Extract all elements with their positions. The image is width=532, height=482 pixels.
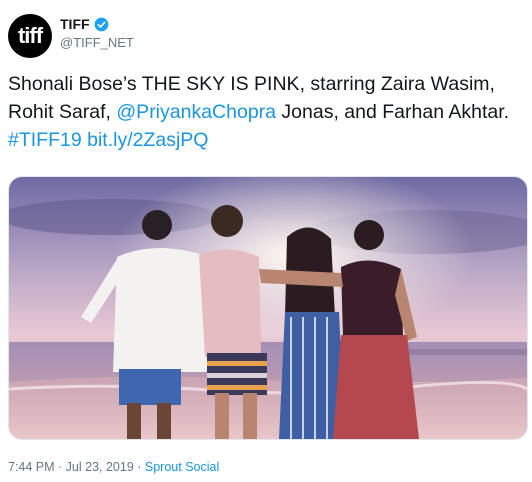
tweet-time[interactable]: 7:44 PM — [8, 460, 55, 474]
url-link[interactable]: bit.ly/2ZasjPQ — [87, 129, 208, 151]
display-name-text: TIFF — [60, 16, 90, 32]
tweet-author: TIFF @TIFF_NET — [60, 16, 134, 50]
handle[interactable]: @TIFF_NET — [60, 35, 134, 50]
avatar[interactable]: tiff — [8, 14, 52, 58]
tweet-text-part2: Jonas, and Farhan Akhtar. — [276, 101, 510, 123]
tweet-source-link[interactable]: Sprout Social — [145, 460, 219, 474]
photo-four-people-beach-sunset — [9, 177, 527, 439]
avatar-logo-text: tiff — [17, 23, 43, 48]
mention-link[interactable]: @PriyankaChopra — [116, 101, 276, 123]
tweet-meta: 7:44 PM · Jul 23, 2019 · Sprout Social — [8, 460, 220, 474]
hashtag-link[interactable]: #TIFF19 — [8, 129, 82, 151]
verified-badge-icon — [94, 17, 108, 31]
tweet-text: Shonali Bose’s THE SKY IS PINK, starring… — [8, 70, 528, 154]
tweet-date[interactable]: Jul 23, 2019 — [66, 460, 134, 474]
tweet-card: tiff TIFF @TIFF_NET Shonali Bose’s THE S… — [0, 0, 532, 482]
display-name[interactable]: TIFF — [60, 16, 134, 32]
tweet-photo[interactable] — [8, 176, 528, 440]
